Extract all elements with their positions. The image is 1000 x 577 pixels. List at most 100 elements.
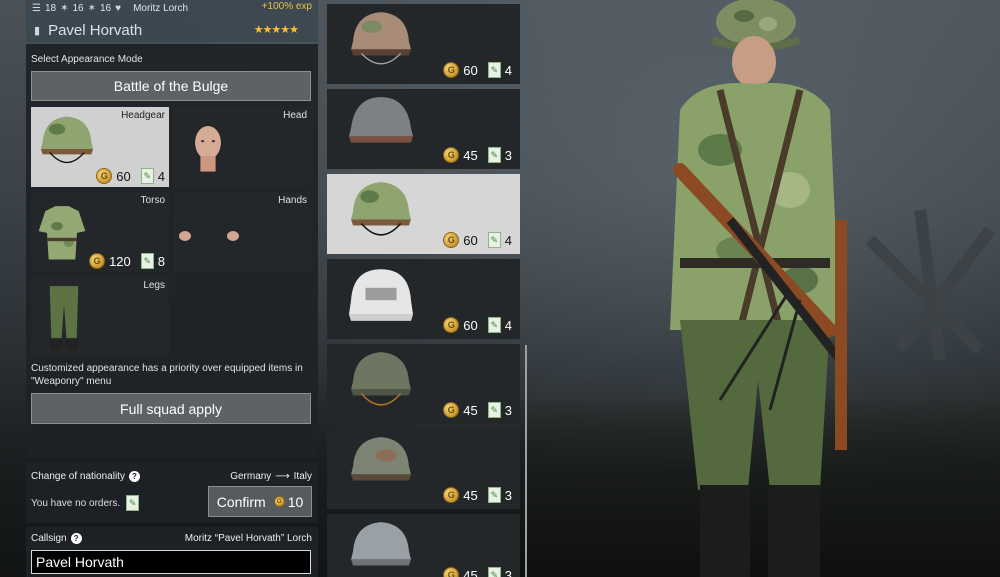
jacket-icon <box>38 206 86 260</box>
price: 60 <box>116 168 131 184</box>
price-row: G 60 ✎ 4 <box>443 62 512 78</box>
soldier-profile: ☰ 18 ✶ 16 ✶ 16 ♥ Moritz Lorch +100% exp … <box>26 0 318 42</box>
price-row: G 45 ✎ 3 <box>443 402 512 418</box>
ticket-icon: ✎ <box>140 168 154 184</box>
ticket-icon: ✎ <box>487 487 501 503</box>
tickets: 3 <box>504 402 512 418</box>
helmet-icon <box>351 522 411 566</box>
item-list-scrollbar[interactable] <box>525 345 527 577</box>
item-card[interactable]: G 60 ✎ 4 <box>327 259 520 339</box>
price-row: G 60 ✎ 4 <box>96 168 165 184</box>
item-card[interactable]: G 60 ✎ 4 <box>327 4 520 84</box>
exp-bonus: +100% exp <box>261 1 312 12</box>
pants-icon <box>49 286 79 350</box>
weapon-class-icon: ▮ <box>34 24 41 37</box>
confirm-nationality-button[interactable]: Confirm G 10 <box>208 486 312 517</box>
tickets: 3 <box>504 487 512 503</box>
callsign-title-text: Callsign <box>31 533 67 544</box>
item-card-selected[interactable]: G 60 ✎ 4 <box>327 174 520 254</box>
tickets: 4 <box>504 232 512 248</box>
winter-helmet-icon <box>348 269 414 321</box>
appearance-priority-note: Customized appearance has a priority ove… <box>31 363 303 387</box>
perk-icon: ✶ <box>87 2 96 14</box>
appearance-mode-label: Select Appearance Mode <box>31 54 143 65</box>
helmet-icon <box>351 437 411 481</box>
soldier-name-row: ▮ Pavel Horvath <box>34 20 142 40</box>
callsign-panel: Callsign ? Moritz “Pavel Horvath” Lorch <box>26 527 318 577</box>
helmet-icon <box>348 97 414 143</box>
tickets: 8 <box>157 253 165 269</box>
coin-icon: G <box>443 232 460 248</box>
item-card[interactable]: G 45 ✎ 3 <box>327 514 520 577</box>
head-icon <box>195 125 221 172</box>
coin-icon: G <box>443 147 460 163</box>
arrow-right-icon: ⟶ <box>275 471 290 482</box>
price-row: G 120 ✎ 8 <box>89 253 165 269</box>
soldier-model <box>670 0 847 577</box>
coin-icon: G <box>443 62 460 78</box>
slot-headgear[interactable]: Headgear G 60 ✎ 4 <box>31 107 169 187</box>
price-row: G 60 ✎ 4 <box>443 232 512 248</box>
slot-head[interactable]: Head <box>173 107 311 187</box>
tickets: 4 <box>504 317 512 333</box>
stat-perks: 16 <box>72 2 84 14</box>
menu-icon[interactable]: ☰ <box>32 3 41 14</box>
ticket-icon: ✎ <box>487 232 501 248</box>
helmet-icon <box>40 116 94 164</box>
confirm-price: 10 <box>287 493 304 510</box>
help-icon[interactable]: ? <box>128 471 140 482</box>
price-row: G 45 ✎ 3 <box>443 567 512 577</box>
tickets: 4 <box>504 62 512 78</box>
tickets: 3 <box>504 147 512 163</box>
coin-icon: G <box>273 496 285 507</box>
price-row: G 45 ✎ 3 <box>443 147 512 163</box>
nationality-panel: Change of nationality ? Germany ⟶ Italy … <box>26 463 318 523</box>
full-squad-apply-button[interactable]: Full squad apply <box>31 393 311 424</box>
headgear-item-list: G 60 ✎ 4 G 45 ✎ 3 G 60 ✎ 4 G 60 ✎ 4 G 45… <box>326 0 526 577</box>
price-row: G 60 ✎ 4 <box>443 317 512 333</box>
helmet-icon <box>351 182 411 236</box>
slot-hands[interactable]: Hands <box>173 192 311 272</box>
coin-icon: G <box>96 168 113 184</box>
czech-hedgehog-obstacle <box>865 209 995 360</box>
tickets: 3 <box>504 567 512 577</box>
slot-label: Headgear <box>121 110 165 121</box>
star-rating: ★★★★★ <box>253 24 299 36</box>
callsign-title: Callsign ? <box>31 533 82 544</box>
nationality-title-text: Change of nationality <box>31 471 125 482</box>
item-card[interactable]: G 45 ✎ 3 <box>327 89 520 169</box>
origin-name: Moritz Lorch <box>133 2 189 14</box>
help-icon[interactable]: ? <box>70 533 82 544</box>
nationality-route: Germany ⟶ Italy <box>230 471 312 482</box>
callsign-input[interactable] <box>31 550 311 574</box>
price: 45 <box>463 402 478 418</box>
price: 45 <box>463 567 478 577</box>
price-row: G 45 ✎ 3 <box>443 487 512 503</box>
ticket-icon: ✎ <box>487 402 501 418</box>
coin-icon: G <box>443 402 460 418</box>
slot-legs[interactable]: Legs <box>31 277 169 357</box>
item-card[interactable]: G 45 ✎ 3 <box>327 429 520 509</box>
ticket-icon: ✎ <box>140 253 154 269</box>
hands-icon <box>179 231 239 241</box>
ticket-icon: ✎ <box>487 147 501 163</box>
coin-icon: G <box>443 567 460 577</box>
slot-label: Torso <box>140 195 165 206</box>
helmet-icon <box>351 352 411 406</box>
nationality-title: Change of nationality ? <box>31 471 140 482</box>
stat-health: 16 <box>100 2 112 14</box>
price: 60 <box>463 62 478 78</box>
item-card[interactable]: G 45 ✎ 3 <box>327 344 520 424</box>
ticket-icon: ✎ <box>487 317 501 333</box>
orders-status: You have no orders. ✎ <box>31 495 140 511</box>
confirm-price-row: G 10 <box>273 493 304 510</box>
appearance-mode-button[interactable]: Battle of the Bulge <box>31 71 311 101</box>
ticket-icon: ✎ <box>487 567 501 577</box>
left-panel: ☰ 18 ✶ 16 ✶ 16 ♥ Moritz Lorch +100% exp … <box>26 0 318 577</box>
appearance-panel: Select Appearance Mode Battle of the Bul… <box>26 44 318 458</box>
ticket-icon: ✎ <box>487 62 501 78</box>
stats-row: ☰ 18 ✶ 16 ✶ 16 ♥ Moritz Lorch <box>32 1 188 15</box>
nationality-to: Italy <box>293 471 312 482</box>
slot-torso[interactable]: Torso G 120 ✎ 8 <box>31 192 169 272</box>
ticket-icon: ✎ <box>126 495 140 511</box>
